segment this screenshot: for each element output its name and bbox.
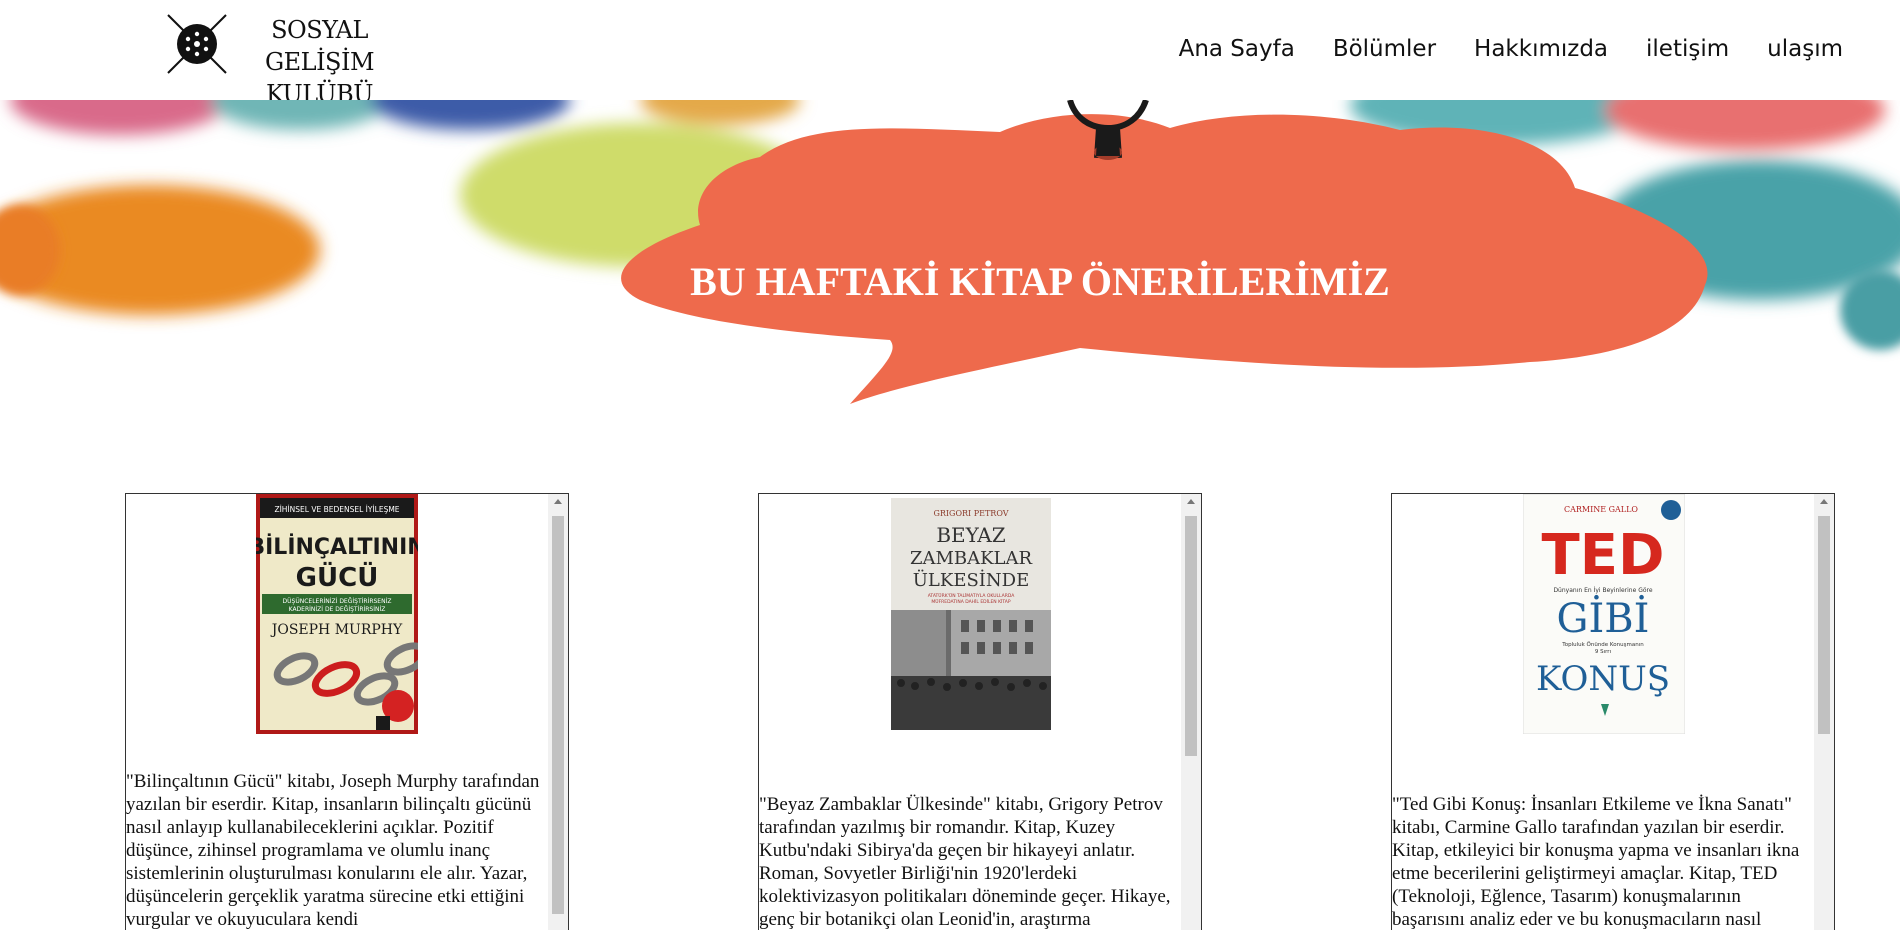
scrollbar[interactable] (1814, 494, 1834, 930)
book-cover-image[interactable]: ZİHİNSEL VE BEDENSEL İYİLEŞME BİLİNÇALTI… (256, 494, 418, 734)
cover-author: GRIGORI PETROV (933, 509, 1008, 518)
cover-title-line-3: KONUŞ (1536, 659, 1670, 699)
logo-emblem-icon (167, 14, 227, 74)
scrollbar[interactable] (1181, 494, 1201, 930)
cover-subtitle-line-1: DÜŞÜNCELERİNİZİ DEĞİŞTİRİRSENİZ (283, 598, 392, 605)
book-card-content: GRIGORI PETROV BEYAZ ZAMBAKLAR ÜLKESİNDE… (759, 494, 1181, 930)
cover-tagline-2-line-1: Topluluk Önünde Konuşmanın (1561, 641, 1644, 648)
scrollbar[interactable] (548, 494, 568, 930)
nav-about[interactable]: Hakkımızda (1474, 36, 1608, 62)
logo-line-1: SOSYAL GELİŞİM (264, 16, 375, 76)
cover-subtitle-line-2: MÜFREDATINA DAHİL EDİLEN KİTAP (931, 598, 1010, 605)
nav-home[interactable]: Ana Sayfa (1179, 36, 1295, 62)
hero-banner: BU HAFTAKİ KİTAP ÖNERİLERİMİZ (0, 100, 1900, 470)
book-card-content: CARMINE GALLO TED Dünyanın En İyi Beyinl… (1392, 494, 1814, 930)
cover-title-line-2: ZAMBAKLAR (910, 548, 1033, 569)
book-card[interactable]: ZİHİNSEL VE BEDENSEL İYİLEŞME BİLİNÇALTI… (125, 493, 569, 930)
cover-subtitle-line-1: ATATÜRK'ÜN TALİMATIYLA OKULLARDA (928, 592, 1016, 599)
book-description: "Bilinçaltının Gücü" kitabı, Joseph Murp… (126, 771, 540, 930)
main-nav: Ana Sayfa Bölümler Hakkımızda iletişim u… (1179, 36, 1843, 62)
cover-tagline: Dünyanın En İyi Beyinlerine Göre (1553, 587, 1652, 594)
cover-tagline-2-line-2: 9 Sırrı (1595, 649, 1612, 655)
logo-text: SOSYAL GELİŞİM KULÜBÜ (227, 14, 412, 110)
scrollbar-thumb[interactable] (1818, 516, 1830, 734)
scroll-up-arrow-icon[interactable] (1181, 494, 1201, 510)
scroll-up-arrow-icon[interactable] (548, 494, 568, 510)
book-card-content: ZİHİNSEL VE BEDENSEL İYİLEŞME BİLİNÇALTI… (126, 494, 548, 930)
book-description: "Ted Gibi Konuş: İnsanları Etkileme ve İ… (1392, 794, 1800, 930)
book-description: "Beyaz Zambaklar Ülkesinde" kitabı, Grig… (759, 794, 1171, 930)
nav-contact[interactable]: iletişim (1646, 36, 1729, 62)
book-cover-image[interactable]: GRIGORI PETROV BEYAZ ZAMBAKLAR ÜLKESİNDE… (891, 498, 1051, 730)
book-card[interactable]: GRIGORI PETROV BEYAZ ZAMBAKLAR ÜLKESİNDE… (758, 493, 1202, 930)
scrollbar-thumb[interactable] (552, 516, 564, 914)
cover-title-line-1: TED (1542, 523, 1665, 588)
book-card[interactable]: CARMINE GALLO TED Dünyanın En İyi Beyinl… (1391, 493, 1835, 930)
nav-sections[interactable]: Bölümler (1333, 36, 1436, 62)
cover-title-line-3: ÜLKESİNDE (913, 568, 1029, 591)
cover-title-line-2: GÜCÜ (296, 560, 379, 593)
cover-top-line: ZİHİNSEL VE BEDENSEL İYİLEŞME (274, 505, 399, 514)
cover-title-line-1: BİLİNÇALTININ (256, 534, 418, 560)
cover-title-line-1: BEYAZ (936, 523, 1005, 547)
cover-subtitle-line-2: KADERİNİZİ DE DEĞİŞTİRİRSİNİZ (289, 606, 386, 613)
site-header: SOSYAL GELİŞİM KULÜBÜ Ana Sayfa Bölümler… (0, 0, 1900, 108)
scroll-up-arrow-icon[interactable] (1814, 494, 1834, 510)
book-cover-image[interactable]: CARMINE GALLO TED Dünyanın En İyi Beyinl… (1523, 494, 1685, 734)
hero-title: BU HAFTAKİ KİTAP ÖNERİLERİMİZ (690, 259, 1390, 304)
cover-title-line-2: GİBİ (1557, 595, 1650, 642)
site-logo[interactable]: SOSYAL GELİŞİM KULÜBÜ (165, 12, 405, 108)
scrollbar-thumb[interactable] (1185, 516, 1197, 756)
cover-author: CARMINE GALLO (1564, 505, 1638, 514)
nav-directions[interactable]: ulaşım (1767, 36, 1843, 62)
cover-author: JOSEPH MURPHY (270, 622, 403, 638)
